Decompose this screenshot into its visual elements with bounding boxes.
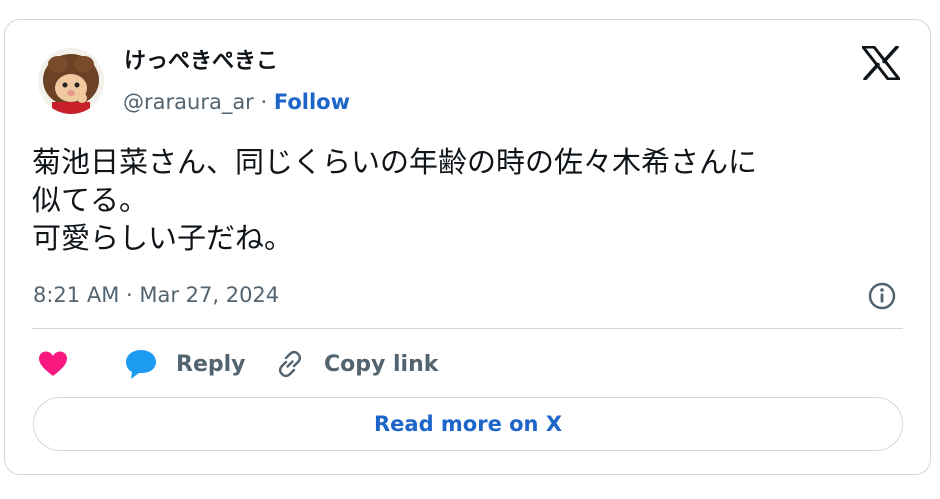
tweet-text-line: 菊池日菜さん、同じくらいの年齢の時の佐々木希さんに: [32, 145, 758, 179]
handle-row: @raraura_ar · Follow: [123, 88, 350, 116]
separator: ·: [253, 90, 274, 114]
copy-link-label: Copy link: [324, 351, 439, 377]
author-handle[interactable]: @raraura_ar: [123, 90, 254, 114]
reply-label: Reply: [176, 351, 246, 377]
link-icon: [278, 350, 302, 378]
x-logo-icon[interactable]: [862, 46, 900, 80]
heart-icon: [39, 351, 67, 376]
copy-link-button[interactable]: Copy link: [275, 346, 438, 382]
like-button[interactable]: [38, 346, 68, 382]
read-more-label: Read more on X: [373, 412, 563, 436]
reply-icon: [126, 350, 156, 379]
info-icon[interactable]: [867, 281, 897, 311]
author-name[interactable]: けっぺきぺきこ: [124, 48, 278, 76]
reply-button[interactable]: Reply: [124, 346, 246, 382]
timestamp[interactable]: 8:21 AM · Mar 27, 2024: [33, 281, 279, 309]
avatar[interactable]: [38, 48, 104, 114]
tweet-text-line: 可愛らしい子だね。: [32, 221, 294, 255]
tweet-text-line: 似てる。: [32, 183, 149, 217]
divider: [32, 328, 903, 329]
read-more-button[interactable]: Read more on X: [33, 397, 903, 451]
tweet-text: 菊池日菜さん、同じくらいの年齢の時の佐々木希さんに 似てる。 可愛らしい子だね。: [32, 143, 892, 257]
follow-button[interactable]: Follow: [274, 90, 350, 114]
